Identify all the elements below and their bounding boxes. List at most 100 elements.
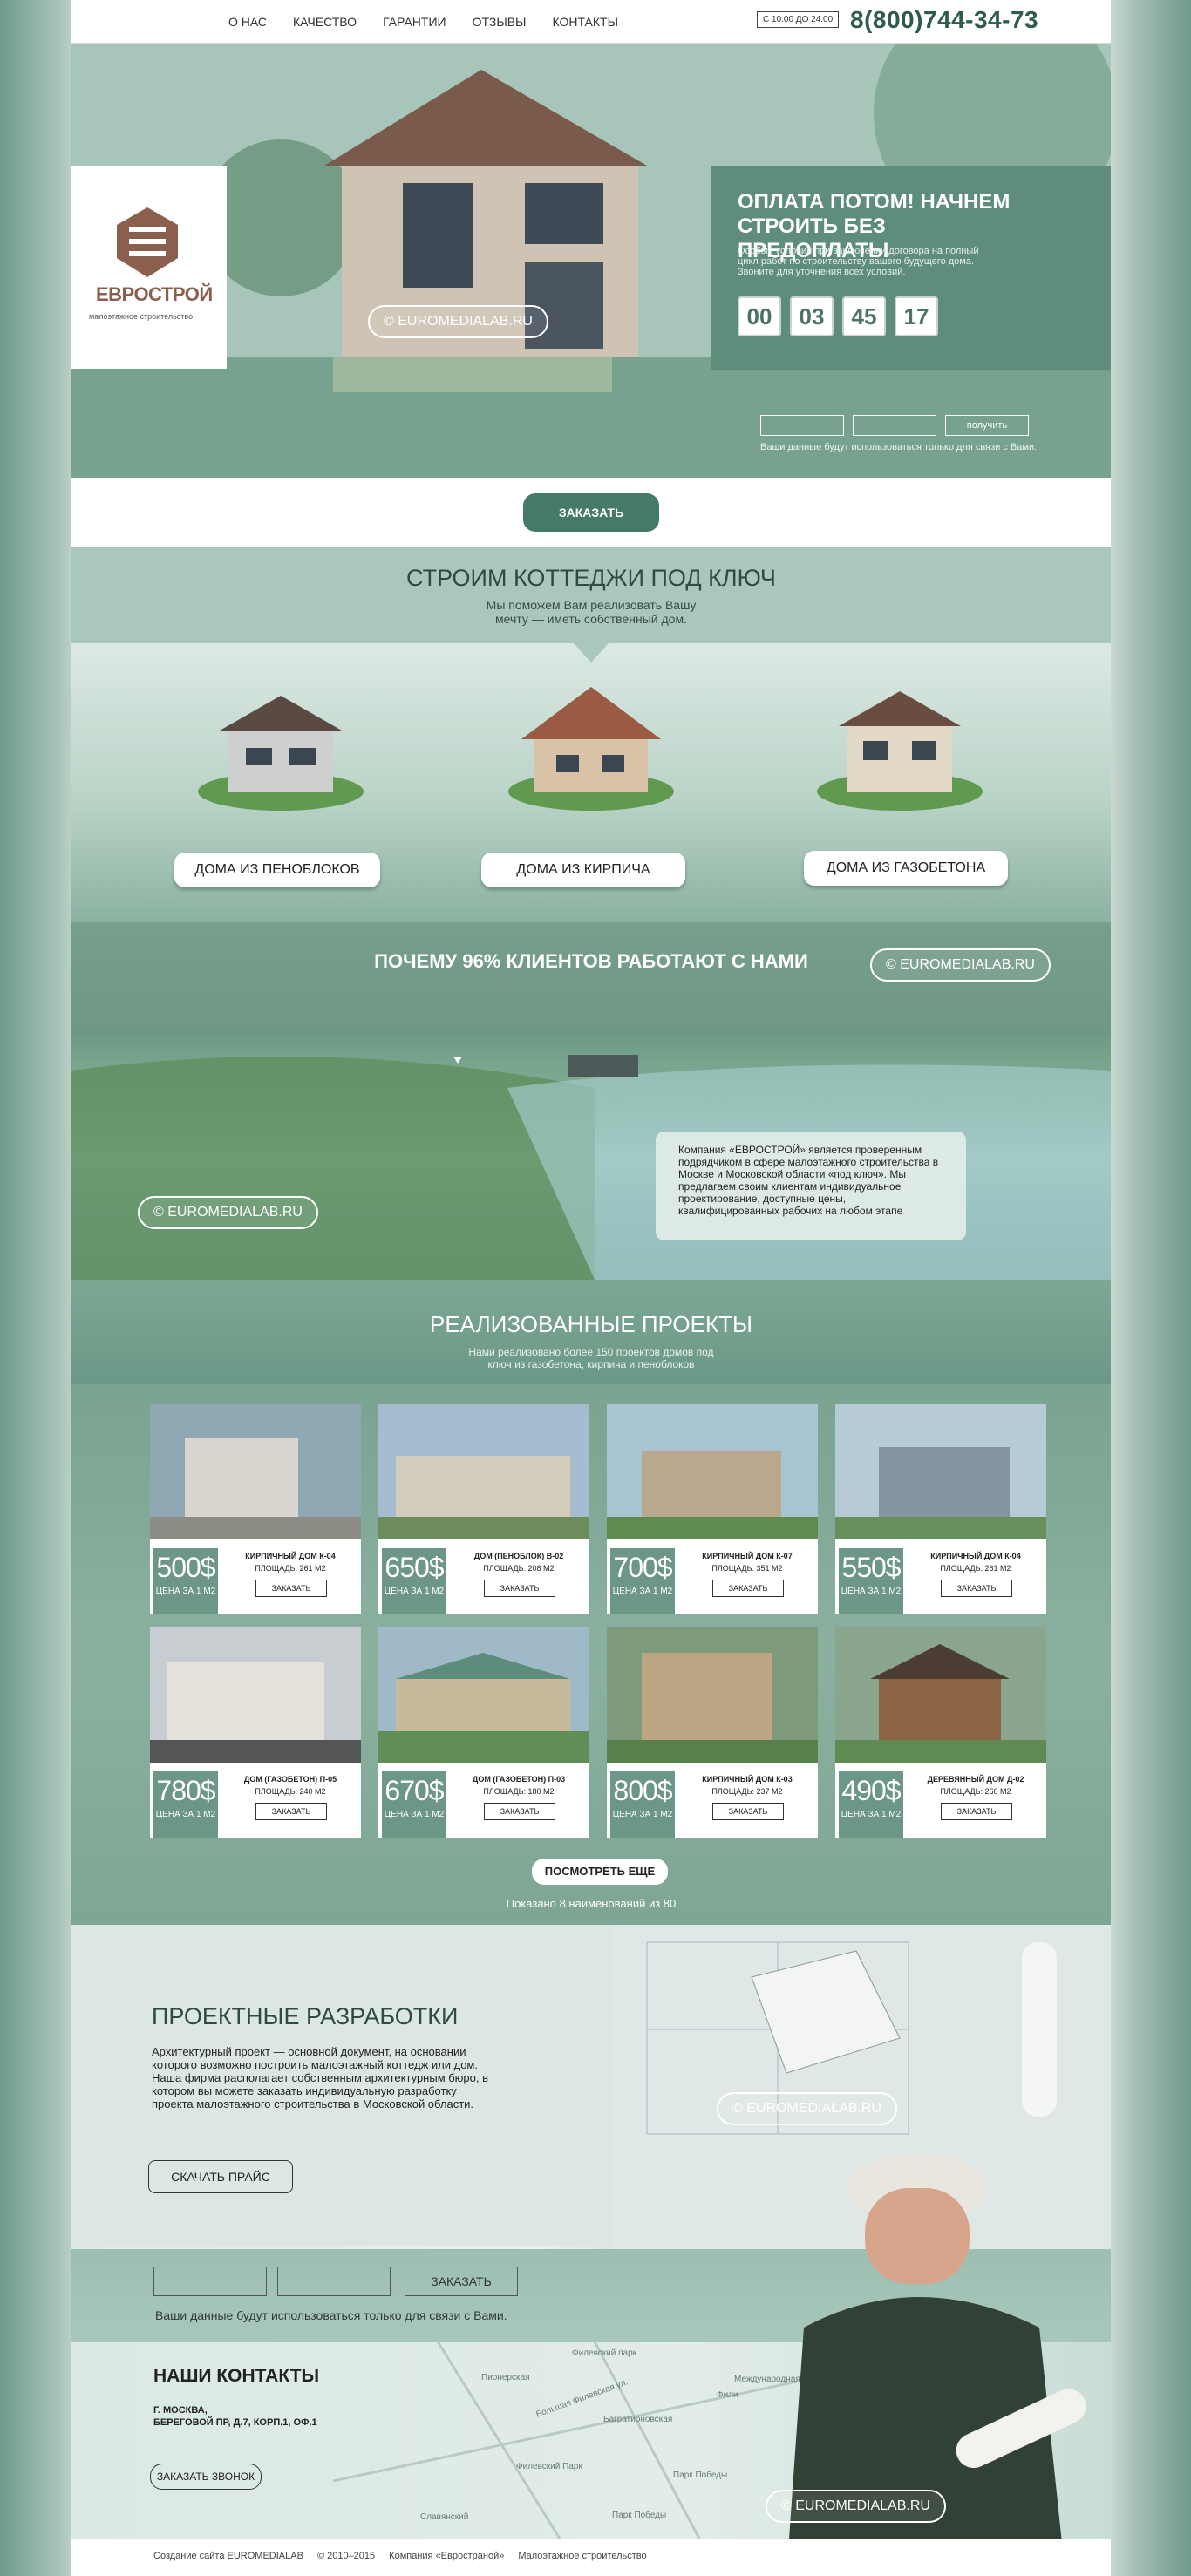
about-box: Компания «ЕВРОСТРОЙ» является проверенны… <box>656 1132 966 1240</box>
show-more-button[interactable]: ПОСМОТРЕТЬ ЕЩЕ <box>532 1859 668 1885</box>
project-area: ПЛОЩАДЬ: 180 М2 <box>483 1787 555 1796</box>
lead-name-field[interactable] <box>153 2267 267 2296</box>
phone-number[interactable]: 8(800)744-34-73 <box>850 6 1038 34</box>
address-city: Г. МОСКВА, <box>153 2405 208 2416</box>
project-photo <box>835 1627 1046 1763</box>
project-area: ПЛОЩАДЬ: 208 М2 <box>483 1564 555 1573</box>
project-card: 800$ ЦЕНА ЗА 1 М2 КИРПИЧНЫЙ ДОМ К-03 ПЛОЩ… <box>607 1627 818 1838</box>
project-name: КИРПИЧНЫЙ ДОМ К-07 <box>702 1552 793 1560</box>
design-title: ПРОЕКТНЫЕ РАЗРАБОТКИ <box>152 2003 459 2029</box>
nav-link-guarantees[interactable]: ГАРАНТИИ <box>383 15 446 29</box>
project-order-button[interactable]: ЗАКАЗАТЬ <box>255 1580 327 1597</box>
contacts-address: Г. МОСКВА, БЕРЕГОВОЙ ПР, Д.7, КОРП.1, ОФ.… <box>153 2404 317 2429</box>
project-photo <box>607 1404 818 1539</box>
nav-link-contacts[interactable]: КОНТАКТЫ <box>552 15 618 29</box>
hero-submit-button[interactable]: получить <box>945 415 1029 436</box>
lead-phone-field[interactable] <box>277 2267 391 2296</box>
design-card: ПРОЕКТНЫЕ РАЗРАБОТКИ Архитектурный проек… <box>71 1925 612 2246</box>
project-price: 670$ <box>385 1775 444 1806</box>
project-name: ДОМ (ГАЗОБЕТОН) П-03 <box>472 1775 566 1784</box>
house-types-section: ДОМА ИЗ ПЕНОБЛОКОВ ДОМА ИЗ КИРПИЧА ДОМА … <box>71 643 1111 1036</box>
projects-subtitle-line1: Нами реализовано более 150 проектов домо… <box>468 1346 714 1358</box>
download-price-button[interactable]: СКАЧАТЬ ПРАЙС <box>148 2160 293 2193</box>
project-price-box: 670$ ЦЕНА ЗА 1 М2 <box>382 1771 446 1838</box>
project-order-button[interactable]: ЗАКАЗАТЬ <box>941 1580 1012 1597</box>
project-name: КИРПИЧНЫЙ ДОМ К-04 <box>245 1552 336 1560</box>
hero-form: получить <box>760 415 1029 436</box>
design-text: Архитектурный проект — основной документ… <box>152 2045 489 2110</box>
project-area: ПЛОЩАДЬ: 261 М2 <box>940 1564 1011 1573</box>
hero-form-note: Ваши данные будут использоваться только … <box>760 442 1038 452</box>
project-photo <box>835 1404 1046 1539</box>
nav-link-quality[interactable]: КАЧЕСТВО <box>293 15 357 29</box>
project-price: 700$ <box>613 1552 672 1583</box>
timer-hours: 03 <box>790 296 834 336</box>
project-order-button[interactable]: ЗАКАЗАТЬ <box>712 1580 784 1597</box>
hero-phone-field[interactable] <box>853 415 936 436</box>
turnkey-title: СТРОИМ КОТТЕДЖИ ПОД КЛЮЧ <box>406 565 776 591</box>
lead-submit-button[interactable]: ЗАКАЗАТЬ <box>405 2267 518 2296</box>
request-call-button[interactable]: ЗАКАЗАТЬ ЗВОНОК <box>150 2464 262 2490</box>
project-price-unit: ЦЕНА ЗА 1 М2 <box>384 1587 445 1596</box>
project-price: 490$ <box>841 1775 901 1806</box>
map-label: Пионерская <box>481 2373 530 2382</box>
project-price-box: 650$ ЦЕНА ЗА 1 М2 <box>382 1548 446 1614</box>
lead-form-note: Ваши данные будут использоваться только … <box>155 2308 507 2322</box>
type-foam-block-button[interactable]: ДОМА ИЗ ПЕНОБЛОКОВ <box>174 853 380 887</box>
page: О НАС КАЧЕСТВО ГАРАНТИИ ОТЗЫВЫ КОНТАКТЫ … <box>71 0 1111 2576</box>
project-card: 490$ ЦЕНА ЗА 1 М2 ДЕРЕВЯННЫЙ ДОМ Д-02 ПЛО… <box>835 1627 1046 1838</box>
project-name: КИРПИЧНЫЙ ДОМ К-04 <box>930 1552 1021 1560</box>
project-price: 800$ <box>613 1775 672 1806</box>
project-price-box: 780$ ЦЕНА ЗА 1 М2 <box>153 1771 218 1838</box>
hero-name-field[interactable] <box>760 415 844 436</box>
nav-link-about[interactable]: О НАС <box>228 15 267 29</box>
projects-subtitle: Нами реализовано более 150 проектов домо… <box>71 1346 1111 1370</box>
project-photo <box>607 1627 818 1763</box>
project-price: 550$ <box>841 1552 901 1583</box>
address-street: БЕРЕГОВОЙ ПР, Д.7, КОРП.1, ОФ.1 <box>153 2417 317 2428</box>
type-brick-button[interactable]: ДОМА ИЗ КИРПИЧА <box>481 853 685 887</box>
design-watermark: © EUROMEDIALAB.RU <box>717 2092 897 2125</box>
project-order-button[interactable]: ЗАКАЗАТЬ <box>941 1803 1012 1820</box>
top-nav: О НАС КАЧЕСТВО ГАРАНТИИ ОТЗЫВЫ КОНТАКТЫ … <box>71 0 1111 44</box>
nav-link-reviews[interactable]: ОТЗЫВЫ <box>473 15 527 29</box>
projects-header: РЕАЛИЗОВАННЫЕ ПРОЕКТЫ Нами реализовано б… <box>71 1280 1111 1384</box>
turnkey-section: СТРОИМ КОТТЕДЖИ ПОД КЛЮЧ Мы поможем Вам … <box>71 547 1111 643</box>
project-price-box: 490$ ЦЕНА ЗА 1 М2 <box>839 1771 903 1838</box>
order-button[interactable]: ЗАКАЗАТЬ <box>523 493 659 532</box>
project-name: ДЕРЕВЯННЫЙ ДОМ Д-02 <box>927 1775 1024 1784</box>
logo-icon <box>117 207 178 277</box>
project-price-box: 550$ ЦЕНА ЗА 1 М2 <box>839 1548 903 1614</box>
aerated-concrete-house-image <box>817 691 983 811</box>
logo-block: ЕВРОСТРОЙ малоэтажное строительство <box>71 166 227 369</box>
project-order-button[interactable]: ЗАКАЗАТЬ <box>712 1803 784 1820</box>
project-order-button[interactable]: ЗАКАЗАТЬ <box>255 1803 327 1820</box>
footer-credit[interactable]: Создание сайта EUROMEDIALAB <box>153 2551 303 2561</box>
project-order-button[interactable]: ЗАКАЗАТЬ <box>484 1580 555 1597</box>
project-photo <box>150 1627 361 1763</box>
project-card: 550$ ЦЕНА ЗА 1 М2 КИРПИЧНЫЙ ДОМ К-04 ПЛОЩ… <box>835 1404 1046 1614</box>
lake-section: © EUROMEDIALAB.RU Компания «ЕВРОСТРОЙ» я… <box>71 1036 1111 1280</box>
project-order-button[interactable]: ЗАКАЗАТЬ <box>484 1803 555 1820</box>
project-price-box: 800$ ЦЕНА ЗА 1 М2 <box>610 1771 675 1838</box>
lake-watermark: © EUROMEDIALAB.RU <box>138 1196 318 1229</box>
project-price: 500$ <box>156 1552 215 1583</box>
project-price-unit: ЦЕНА ЗА 1 М2 <box>612 1810 673 1819</box>
logo-name: ЕВРОСТРОЙ <box>96 283 213 305</box>
map-label: Филевский парк <box>572 2348 637 2358</box>
turnkey-subtitle: Мы поможем Вам реализовать Вашу мечту — и… <box>71 598 1111 626</box>
timer-days: 00 <box>738 296 781 336</box>
hero-watermark: © EUROMEDIALAB.RU <box>368 305 548 338</box>
project-area: ПЛОЩАДЬ: 237 М2 <box>711 1787 783 1796</box>
project-price-unit: ЦЕНА ЗА 1 М2 <box>841 1810 902 1819</box>
project-card: 780$ ЦЕНА ЗА 1 М2 ДОМ (ГАЗОБЕТОН) П-05 ПЛ… <box>150 1627 361 1838</box>
project-area: ПЛОЩАДЬ: 261 М2 <box>255 1564 326 1573</box>
project-photo <box>378 1627 589 1763</box>
type-aerated-concrete-button[interactable]: ДОМА ИЗ ГАЗОБЕТОНА <box>804 851 1008 886</box>
projects-title: РЕАЛИЗОВАННЫЕ ПРОЕКТЫ <box>429 1311 752 1337</box>
offer-text: Особые условия при заключении договора н… <box>738 246 979 277</box>
hero: © EUROMEDIALAB.RU ЕВРОСТРОЙ малоэтажное … <box>71 44 1111 478</box>
project-name: ДОМ (ПЕНОБЛОК) В-02 <box>473 1552 564 1560</box>
projects-subtitle-line2: ключ из газобетона, кирпича и пеноблоков <box>487 1358 695 1370</box>
project-card: 670$ ЦЕНА ЗА 1 М2 ДОМ (ГАЗОБЕТОН) П-03 ПЛ… <box>378 1627 589 1838</box>
